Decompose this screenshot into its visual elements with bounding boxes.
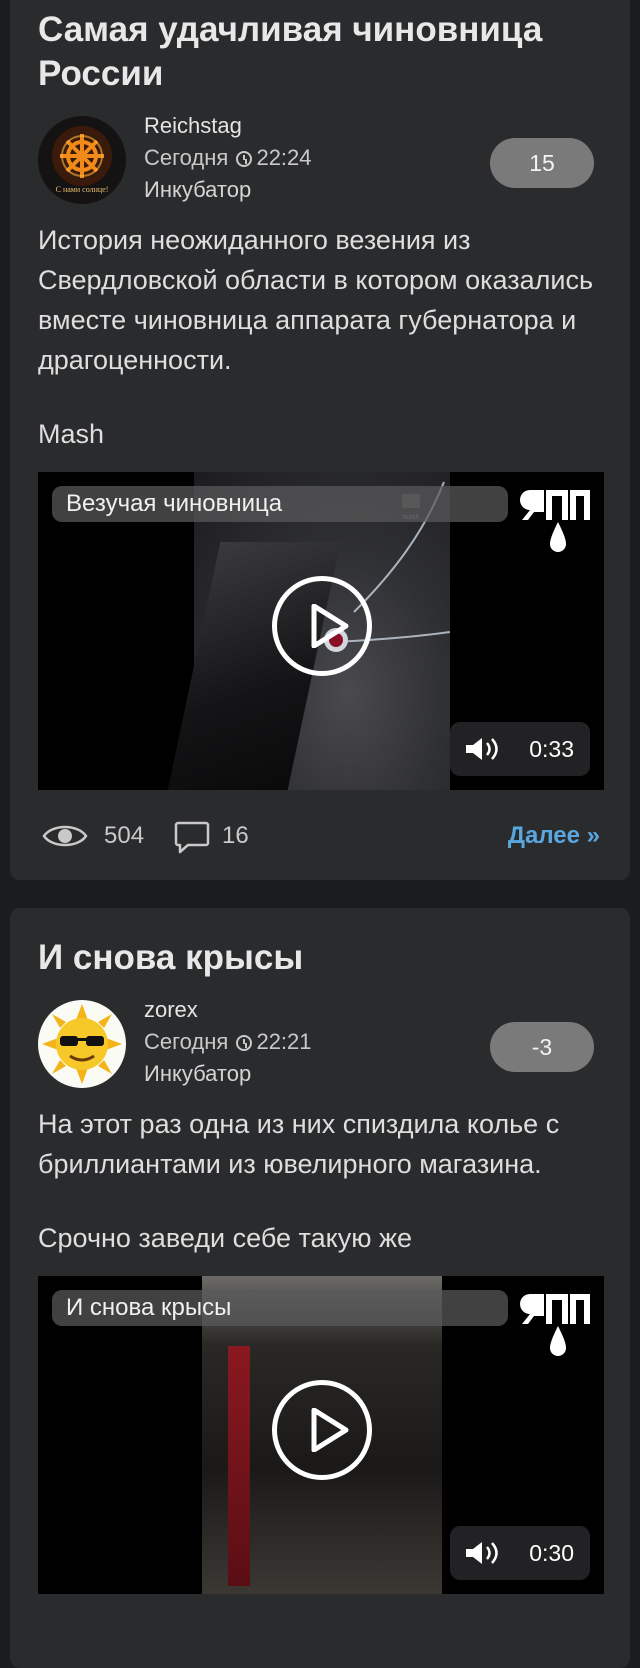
play-icon xyxy=(311,604,349,648)
svg-text:С нами солнце!: С нами солнце! xyxy=(56,185,109,194)
author-block: zorex Сегодня 22:21 Инкубатор xyxy=(144,994,312,1090)
post-meta: С нами солнце! Reichstag Сегодня 22:24 И… xyxy=(38,110,602,214)
avatar[interactable] xyxy=(38,1000,126,1088)
volume-icon xyxy=(466,738,498,760)
avatar-sun-wheel-icon: С нами солнце! xyxy=(38,116,126,204)
community-link[interactable]: Инкубатор xyxy=(144,174,312,206)
post-source: Mash xyxy=(38,419,105,449)
play-button[interactable] xyxy=(272,1380,372,1480)
video-title: Везучая чиновница xyxy=(52,486,508,522)
yap-logo xyxy=(520,1294,590,1356)
post-title[interactable]: Самая удачливая чиновница России xyxy=(38,0,602,96)
post-stats: 504 16 Далее » xyxy=(38,806,602,866)
time-label: 22:21 xyxy=(256,1029,312,1054)
post-text: История неожиданного везения из Свердлов… xyxy=(38,225,594,375)
play-button[interactable] xyxy=(272,576,372,676)
comment-icon[interactable] xyxy=(174,820,210,854)
views-count: 504 xyxy=(104,822,145,849)
date-label: Сегодня xyxy=(144,145,229,170)
comments-count[interactable]: 16 xyxy=(222,822,249,850)
rating-badge: -3 xyxy=(490,1022,594,1072)
avatar[interactable]: С нами солнце! xyxy=(38,116,126,204)
volume-icon xyxy=(466,1542,498,1564)
time-label: 22:24 xyxy=(256,145,312,170)
post-card: Самая удачливая чиновница России С нами … xyxy=(10,0,630,880)
duration-badge[interactable]: 0:33 xyxy=(450,722,590,776)
video-player[interactable]: И снова крысы 0:30 xyxy=(38,1276,604,1594)
avatar-sun-sunglasses-icon xyxy=(38,1000,126,1088)
clock-icon xyxy=(236,1035,253,1051)
clock-icon xyxy=(236,151,253,167)
rating-badge: 15 xyxy=(490,138,594,188)
post-time: Сегодня 22:21 xyxy=(144,1026,312,1058)
video-title: И снова крысы xyxy=(52,1290,508,1326)
duration-badge[interactable]: 0:30 xyxy=(450,1526,590,1580)
date-label: Сегодня xyxy=(144,1029,229,1054)
post-text: На этот раз одна из них спиздила колье с… xyxy=(38,1109,560,1179)
post-card: И снова крысы zorex Сегодня 22:21 Инкуба… xyxy=(10,908,630,1668)
yap-logo xyxy=(520,490,590,552)
post-meta: zorex Сегодня 22:21 Инкубатор -3 xyxy=(38,994,602,1098)
video-duration: 0:30 xyxy=(529,1540,574,1566)
post-source: Срочно заведи себе такую же xyxy=(38,1223,413,1253)
post-time: Сегодня 22:24 xyxy=(144,142,312,174)
video-duration: 0:33 xyxy=(529,736,574,762)
play-icon xyxy=(311,1408,349,1452)
eye-icon xyxy=(42,825,88,847)
author-block: Reichstag Сегодня 22:24 Инкубатор xyxy=(144,110,312,206)
community-link[interactable]: Инкубатор xyxy=(144,1058,312,1090)
author-name[interactable]: Reichstag xyxy=(144,110,312,142)
post-title[interactable]: И снова крысы xyxy=(38,908,602,980)
author-name[interactable]: zorex xyxy=(144,994,312,1026)
video-player[interactable]: mash Везучая чиновница 0:33 xyxy=(38,472,604,790)
read-more-link[interactable]: Далее » xyxy=(508,822,600,850)
